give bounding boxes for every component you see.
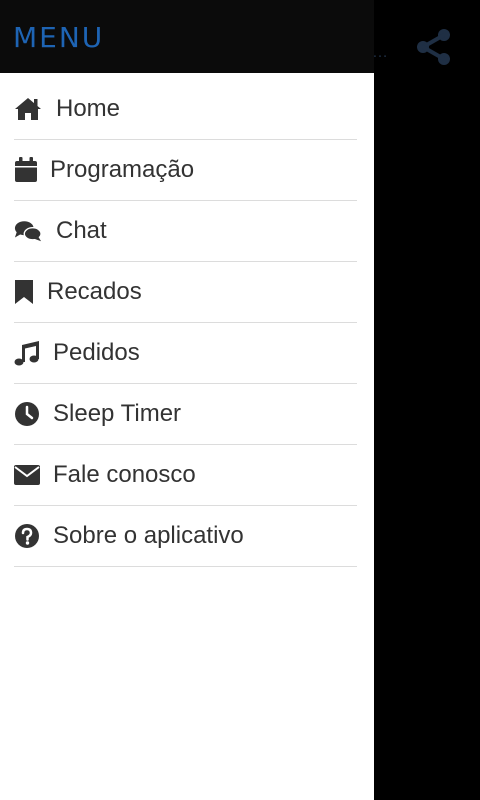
- envelope-icon: [14, 461, 42, 489]
- bookmark-icon: [14, 278, 42, 306]
- share-button[interactable]: [414, 27, 454, 67]
- menu-item-label: Chat: [56, 217, 107, 244]
- menu-item-sleep-timer[interactable]: Sleep Timer: [14, 384, 357, 445]
- share-icon: [417, 29, 450, 65]
- menu-item-sobre-o-aplicativo[interactable]: Sobre o aplicativo: [14, 506, 357, 567]
- clock-icon: [14, 400, 42, 428]
- menu-item-pedidos[interactable]: Pedidos: [14, 323, 357, 384]
- music-icon: [14, 339, 42, 367]
- menu-item-label: Programação: [50, 156, 195, 183]
- menu-item-label: Pedidos: [53, 339, 140, 366]
- menu-item-label: Home: [56, 95, 121, 122]
- navigation-drawer: MENU Home Programação Chat Recados Pedid…: [0, 0, 374, 800]
- menu-item-fale-conosco[interactable]: Fale conosco: [14, 445, 357, 506]
- more-options-indicator[interactable]: …: [372, 45, 392, 61]
- question-icon: [14, 522, 42, 550]
- menu-item-label: Fale conosco: [53, 461, 196, 488]
- menu-item-label: Sobre o aplicativo: [53, 522, 244, 549]
- drawer-header: MENU: [0, 0, 374, 73]
- menu-item-chat[interactable]: Chat: [14, 201, 357, 262]
- menu-item-programacao[interactable]: Programação: [14, 140, 357, 201]
- menu-item-label: Recados: [47, 278, 142, 305]
- menu-item-label: Sleep Timer: [53, 400, 182, 427]
- menu-item-home[interactable]: Home: [14, 79, 357, 140]
- menu-list: Home Programação Chat Recados Pedidos Sl…: [14, 79, 357, 567]
- drawer-title: MENU: [13, 21, 105, 54]
- home-icon: [14, 95, 42, 123]
- chat-icon: [14, 217, 42, 245]
- calendar-icon: [14, 156, 42, 184]
- menu-item-recados[interactable]: Recados: [14, 262, 357, 323]
